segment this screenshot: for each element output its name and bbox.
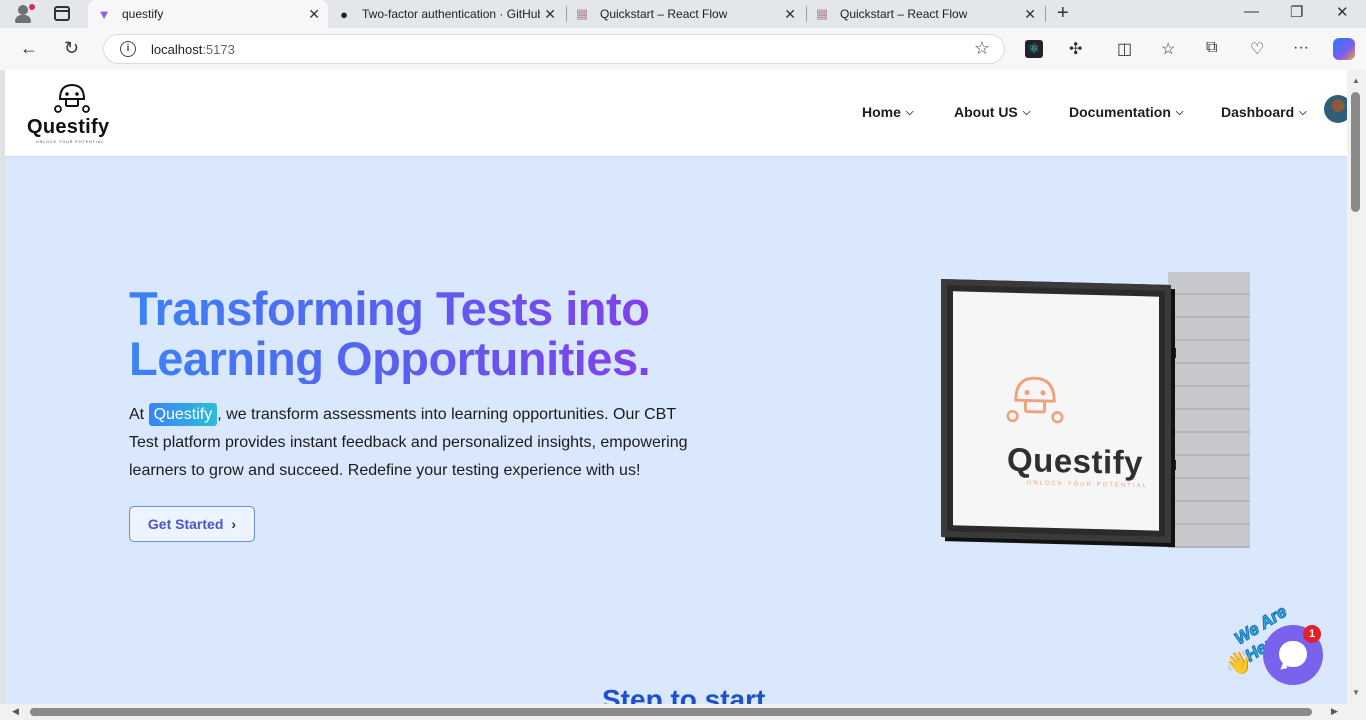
hero-description: At Questify, we transform assessments in… bbox=[129, 401, 699, 485]
nav-about[interactable]: About US ⌵ bbox=[954, 104, 1030, 120]
tab-title: Quickstart – React Flow bbox=[600, 7, 728, 21]
vite-icon: ▼ bbox=[97, 6, 111, 22]
favorite-star-icon[interactable]: ☆ bbox=[974, 38, 990, 59]
waving-hand-icon: 👋 bbox=[1225, 650, 1253, 675]
site-info-icon[interactable]: i bbox=[120, 41, 136, 57]
more-menu-icon[interactable]: ··· bbox=[1293, 39, 1309, 57]
react-devtools-icon[interactable]: ⚛ bbox=[1025, 40, 1043, 58]
close-tab-icon[interactable]: ✕ bbox=[784, 6, 796, 23]
logo-tagline: UNLOCK YOUR POTENTIAL bbox=[36, 140, 105, 144]
url-text: localhost:5173 bbox=[151, 41, 235, 57]
nav-documentation[interactable]: Documentation ⌵ bbox=[1069, 104, 1183, 120]
tab-actions-icon[interactable] bbox=[54, 6, 70, 21]
chat-widget: We Are Here! 👋 1 bbox=[1217, 592, 1337, 692]
tab-title: Two-factor authentication · GitHub bbox=[362, 7, 540, 21]
chevron-down-icon: ⌵ bbox=[1175, 106, 1184, 118]
browser-toolbar: ← ↻ i localhost:5173 ☆ ⚛ ✣ ◫ ☆ ⧉ ♡ ··· bbox=[0, 28, 1366, 70]
chevron-down-icon: ⌵ bbox=[905, 106, 914, 118]
hero-title: Transforming Tests into Learning Opportu… bbox=[129, 284, 749, 384]
scroll-left-icon[interactable]: ◀ bbox=[12, 706, 19, 717]
favorites-icon[interactable]: ☆ bbox=[1161, 39, 1175, 59]
nav-home[interactable]: Home ⌵ bbox=[862, 104, 914, 120]
nav-dashboard[interactable]: Dashboard ⌵ bbox=[1221, 104, 1307, 120]
back-icon[interactable]: ← bbox=[20, 38, 38, 59]
close-tab-icon[interactable]: ✕ bbox=[544, 6, 556, 23]
chat-unread-badge: 1 bbox=[1303, 625, 1321, 643]
sign-brand-name: Questify bbox=[1007, 440, 1144, 482]
tab-title: questify bbox=[122, 7, 164, 21]
brick-wall bbox=[1168, 272, 1250, 548]
browser-tab-strip: ▼ questify ✕ ● Two-factor authentication… bbox=[0, 0, 1366, 28]
address-bar[interactable]: i localhost:5173 ☆ bbox=[103, 34, 1005, 64]
tab-divider bbox=[1045, 6, 1046, 22]
tab-title: Quickstart – React Flow bbox=[840, 7, 968, 21]
restore-icon[interactable]: ❐ bbox=[1290, 3, 1303, 21]
chat-bubble-icon bbox=[1279, 641, 1307, 667]
hero-title-line2: Learning Opportunities. bbox=[129, 332, 651, 385]
browser-tab-questify[interactable]: ▼ questify ✕ bbox=[88, 0, 328, 28]
site-header: Questify UNLOCK YOUR POTENTIAL Home ⌵ Abo… bbox=[5, 70, 1347, 157]
close-window-icon[interactable]: ✕ bbox=[1336, 3, 1349, 21]
user-avatar[interactable] bbox=[1324, 95, 1347, 123]
chevron-right-icon: › bbox=[231, 516, 237, 532]
site-logo[interactable]: Questify UNLOCK YOUR POTENTIAL bbox=[27, 79, 119, 147]
close-tab-icon[interactable]: ✕ bbox=[1024, 6, 1036, 23]
minimize-icon[interactable]: — bbox=[1244, 3, 1259, 20]
new-tab-icon[interactable]: + bbox=[1057, 2, 1069, 25]
github-icon: ● bbox=[340, 6, 348, 22]
chevron-down-icon: ⌵ bbox=[1299, 106, 1307, 118]
scroll-down-icon[interactable]: ▼ bbox=[1352, 688, 1360, 697]
close-tab-icon[interactable]: ✕ bbox=[308, 6, 320, 23]
sign-frame: Questify UNLOCK YOUR POTENTIAL bbox=[941, 278, 1171, 544]
reactflow-icon: ▦ bbox=[575, 6, 589, 21]
get-started-button[interactable]: Get Started › bbox=[129, 506, 255, 542]
vertical-scroll-thumb[interactable] bbox=[1351, 92, 1360, 212]
copilot-icon[interactable] bbox=[1333, 38, 1355, 60]
horizontal-scrollbar[interactable]: ◀ ▶ bbox=[0, 704, 1366, 720]
browser-tab-reactflow-1[interactable]: ▦ Quickstart – React Flow ✕ bbox=[566, 0, 804, 28]
page-viewport: Questify UNLOCK YOUR POTENTIAL Home ⌵ Abo… bbox=[5, 70, 1347, 704]
logo-name: Questify bbox=[27, 116, 110, 138]
questify-sign-logo-icon bbox=[1006, 376, 1064, 424]
signboard-illustration: Questify UNLOCK YOUR POTENTIAL bbox=[941, 272, 1251, 550]
steps-section-title: Step to start bbox=[602, 684, 766, 704]
questify-logo-icon bbox=[54, 83, 90, 113]
scroll-right-icon[interactable]: ▶ bbox=[1331, 706, 1338, 717]
profile-icon[interactable] bbox=[12, 4, 35, 24]
horizontal-scroll-thumb[interactable] bbox=[30, 708, 1312, 716]
browser-tab-reactflow-2[interactable]: ▦ Quickstart – React Flow ✕ bbox=[806, 0, 1044, 28]
extensions-icon[interactable]: ✣ bbox=[1069, 39, 1082, 59]
browser-tab-github[interactable]: ● Two-factor authentication · GitHub ✕ bbox=[328, 0, 564, 28]
browser-essentials-icon[interactable]: ♡ bbox=[1250, 39, 1264, 59]
vertical-scrollbar[interactable]: ▲ ▼ bbox=[1347, 70, 1366, 704]
refresh-icon[interactable]: ↻ bbox=[64, 38, 79, 59]
brand-highlight: Questify bbox=[148, 403, 218, 426]
collections-icon[interactable]: ⧉ bbox=[1206, 39, 1217, 57]
hero-title-line1: Transforming Tests into bbox=[129, 282, 650, 335]
scroll-up-icon[interactable]: ▲ bbox=[1352, 76, 1360, 85]
chevron-down-icon: ⌵ bbox=[1022, 106, 1031, 118]
split-screen-icon[interactable]: ◫ bbox=[1117, 39, 1132, 59]
reactflow-icon: ▦ bbox=[815, 6, 829, 21]
